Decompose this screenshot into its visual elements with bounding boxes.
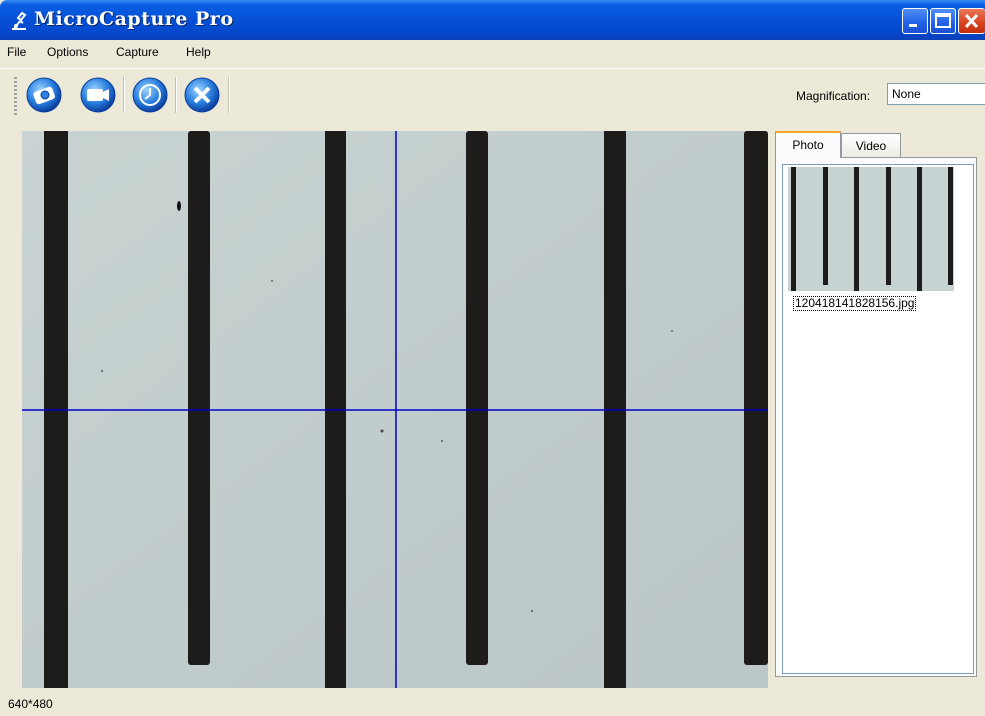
menu-bar: File Options Capture Help [0, 40, 985, 64]
video-record-button[interactable] [78, 75, 118, 115]
dust-speck [177, 201, 181, 211]
photo-capture-button[interactable] [24, 75, 64, 115]
scale-line [188, 131, 210, 665]
photo-thumbnail[interactable] [788, 167, 954, 291]
microscope-icon [12, 11, 27, 30]
minimize-icon [909, 24, 917, 27]
magnification-label: Magnification: [796, 89, 871, 103]
photo-filename[interactable]: 120418141828156.jpg [793, 296, 917, 311]
toolbar-grip[interactable] [14, 77, 17, 115]
tab-video[interactable]: Video [841, 133, 901, 157]
close-icon [964, 13, 979, 29]
window-title: MicroCapture Pro [34, 8, 234, 30]
exit-icon [184, 77, 220, 113]
menu-help[interactable]: Help [186, 45, 211, 59]
menu-file[interactable]: File [7, 45, 26, 59]
toolbar-separator [123, 77, 125, 113]
title-bar[interactable]: MicroCapture Pro [0, 0, 985, 40]
microscope-image [22, 131, 768, 688]
maximize-icon [935, 13, 951, 28]
scale-line [466, 131, 488, 665]
status-bar: 640*480 [0, 692, 985, 716]
menu-capture[interactable]: Capture [116, 45, 159, 59]
minimize-button[interactable] [902, 8, 928, 34]
thumbnail-image [788, 167, 954, 291]
tab-photo[interactable]: Photo [775, 131, 841, 158]
video-record-icon [80, 77, 116, 113]
close-button[interactable] [958, 8, 985, 34]
timer-button[interactable] [130, 75, 170, 115]
live-view[interactable] [22, 131, 768, 688]
maximize-button[interactable] [930, 8, 956, 34]
scale-line [744, 131, 768, 665]
photo-capture-icon [26, 77, 62, 113]
toolbar: Magnification: None [0, 68, 985, 119]
toolbar-separator [228, 77, 230, 113]
resolution-status: 640*480 [8, 697, 53, 711]
magnification-field[interactable]: None [887, 83, 985, 105]
exit-button[interactable] [182, 75, 222, 115]
menu-options[interactable]: Options [47, 45, 88, 59]
timer-icon [132, 77, 168, 113]
toolbar-separator [175, 77, 177, 113]
